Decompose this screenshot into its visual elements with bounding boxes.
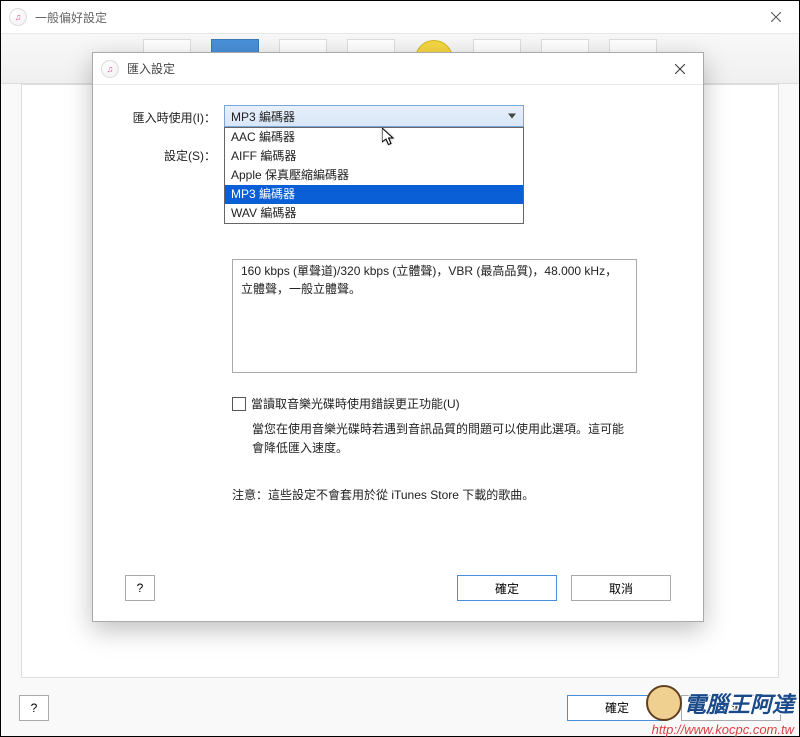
itunes-icon [101,60,119,78]
error-correction-help: 當您在使用音樂光碟時若遇到音訊品質的問題可以使用此選項。這可能會降低匯入速度。 [252,420,667,458]
outer-footer: ? 確定 取消 [19,691,781,724]
encoder-combo-list: AAC 編碼器 AIFF 編碼器 Apple 保真壓縮編碼器 MP3 編碼器 W… [224,127,524,224]
combo-option-mp3[interactable]: MP3 編碼器 [225,185,523,204]
outer-ok-button[interactable]: 確定 [567,695,667,721]
outer-help-button[interactable]: ? [19,695,49,721]
import-using-label: 匯入時使用(I)： [129,105,224,126]
error-correction-label: 當讀取音樂光碟時使用錯誤更正功能(U) [251,395,460,412]
combo-option-aiff[interactable]: AIFF 編碼器 [225,147,523,166]
inner-window-title: 匯入設定 [127,60,657,77]
inner-body: 匯入時使用(I)： MP3 編碼器 AAC 編碼器 AIFF 編碼器 Apple… [93,85,703,521]
encoder-combo[interactable]: MP3 編碼器 AAC 編碼器 AIFF 編碼器 Apple 保真壓縮編碼器 M… [224,105,524,127]
outer-titlebar: 一般偏好設定 [1,1,799,34]
close-button[interactable] [753,1,799,34]
inner-close-button[interactable] [657,53,703,85]
combo-option-apple[interactable]: Apple 保真壓縮編碼器 [225,166,523,185]
error-correction-checkbox[interactable] [232,397,246,411]
encoder-combo-display[interactable]: MP3 編碼器 [224,105,524,127]
error-correction-row[interactable]: 當讀取音樂光碟時使用錯誤更正功能(U) [232,395,667,412]
outer-cancel-button[interactable]: 取消 [681,695,781,721]
combo-option-aac[interactable]: AAC 編碼器 [225,128,523,147]
itunes-icon [9,8,27,26]
inner-titlebar: 匯入設定 [93,53,703,85]
note-text: 注意：這些設定不會套用於從 iTunes Store 下載的歌曲。 [232,486,667,503]
import-settings-dialog: 匯入設定 匯入時使用(I)： MP3 編碼器 AAC 編碼器 AIFF 編碼器 … [92,52,704,622]
inner-footer: ? 確定 取消 [125,575,671,601]
setting-label: 設定(S)： [129,143,224,164]
outer-window-title: 一般偏好設定 [35,9,753,26]
combo-option-wav[interactable]: WAV 編碼器 [225,204,523,223]
inner-ok-button[interactable]: 確定 [457,575,557,601]
window-controls [753,1,799,34]
inner-cancel-button[interactable]: 取消 [571,575,671,601]
inner-help-button[interactable]: ? [125,575,155,601]
encoder-description: 160 kbps (單聲道)/320 kbps (立體聲)，VBR (最高品質)… [232,259,637,373]
